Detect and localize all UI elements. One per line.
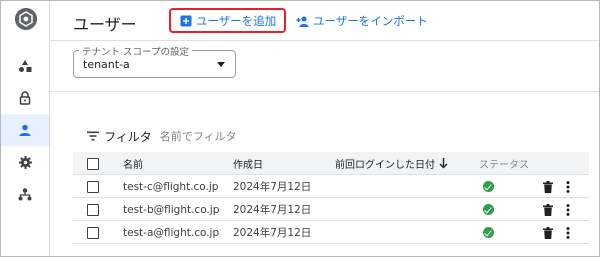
row-checkbox[interactable]: [87, 180, 99, 193]
delete-icon[interactable]: [543, 226, 553, 239]
hierarchy-icon: [18, 187, 32, 200]
row-checkbox[interactable]: [87, 203, 99, 216]
import-users-label: ユーザーをインポート: [313, 14, 428, 28]
sidebar-item-resources[interactable]: [1, 50, 49, 82]
sidebar-item-settings[interactable]: [1, 146, 49, 178]
column-header-name[interactable]: 名前: [123, 152, 143, 175]
page-header: ユーザー ユーザーを追加 ユーザーをインポート: [50, 1, 599, 41]
more-vert-icon[interactable]: [566, 203, 570, 216]
status-active-icon: [483, 181, 494, 192]
column-header-status[interactable]: ステータス: [479, 152, 529, 175]
sidebar-item-tenants[interactable]: [1, 178, 49, 210]
row-checkbox[interactable]: [87, 226, 99, 239]
sidebar: [1, 1, 50, 256]
status-active-icon: [483, 227, 494, 238]
page-title: ユーザー: [73, 15, 137, 34]
table-row[interactable]: test-a@flight.co.jp 2024年7月12日: [73, 221, 589, 244]
filter-bar: フィルタ: [87, 128, 270, 144]
more-vert-icon[interactable]: [566, 180, 570, 193]
filter-input[interactable]: [159, 129, 270, 143]
column-header-last-login[interactable]: 前回ログインした日付: [335, 152, 448, 175]
user-icon: [19, 124, 31, 136]
created-date-cell: 2024年7月12日: [233, 204, 312, 216]
add-box-icon: [180, 15, 192, 26]
arrow-down-icon: [439, 158, 448, 169]
add-user-label: ユーザーを追加: [196, 13, 277, 28]
table-row[interactable]: test-c@flight.co.jp 2024年7月12日: [73, 175, 589, 198]
more-vert-icon[interactable]: [566, 226, 570, 239]
tenant-scope-value: tenant-a: [83, 58, 130, 71]
delete-icon[interactable]: [543, 180, 553, 193]
sidebar-item-users[interactable]: [1, 114, 49, 146]
section-divider: [50, 91, 599, 92]
table-body: test-c@flight.co.jp 2024年7月12日 test-b@flig…: [73, 175, 589, 244]
created-date-cell: 2024年7月12日: [233, 181, 312, 193]
tenant-scope-legend: テナント スコープの設定: [79, 44, 192, 58]
user-name-cell: test-b@flight.co.jp: [123, 203, 220, 216]
gear-icon: [18, 155, 32, 169]
sidebar-item-security[interactable]: [1, 82, 49, 114]
users-table: 名前 作成日 前回ログインした日付 ステータス test-c@flight.co…: [73, 152, 589, 244]
tenant-scope-select[interactable]: テナント スコープの設定 tenant-a: [73, 44, 236, 78]
app-window: ユーザー ユーザーを追加 ユーザーをインポート テナント スコープの設定 ten…: [0, 0, 600, 257]
user-name-cell: test-a@flight.co.jp: [123, 226, 220, 239]
dropdown-arrow-icon: [217, 62, 225, 67]
import-users-button[interactable]: ユーザーをインポート: [296, 12, 428, 30]
logo-icon[interactable]: [15, 8, 37, 30]
table-header: 名前 作成日 前回ログインした日付 ステータス: [73, 152, 589, 175]
filter-icon[interactable]: [87, 131, 99, 141]
filter-label: フィルタ: [104, 129, 152, 144]
table-row[interactable]: test-b@flight.co.jp 2024年7月12日: [73, 198, 589, 221]
lock-icon: [19, 91, 31, 105]
add-user-button[interactable]: ユーザーを追加: [169, 8, 286, 33]
column-header-last-login-label: 前回ログインした日付: [335, 160, 435, 171]
user-name-cell: test-c@flight.co.jp: [123, 180, 219, 193]
select-all-checkbox[interactable]: [87, 157, 99, 170]
delete-icon[interactable]: [543, 203, 553, 216]
created-date-cell: 2024年7月12日: [233, 227, 312, 239]
shapes-icon: [19, 60, 32, 72]
person-add-icon: [296, 16, 309, 27]
status-active-icon: [483, 204, 494, 215]
column-header-created[interactable]: 作成日: [233, 152, 263, 175]
